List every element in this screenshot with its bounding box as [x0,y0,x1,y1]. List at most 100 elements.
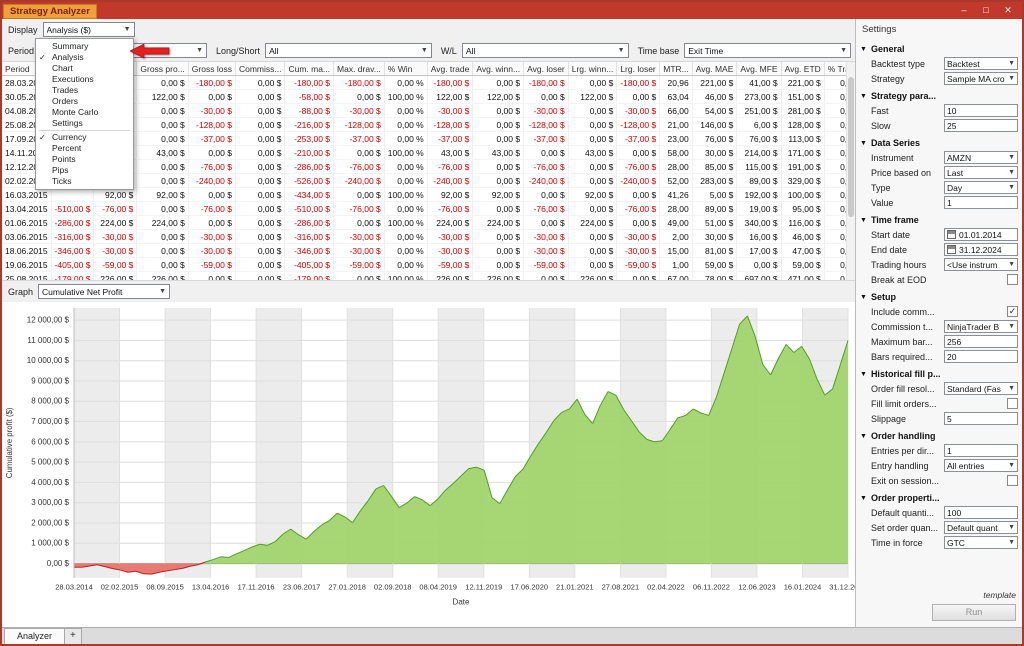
default-quanti-input[interactable]: 100 [944,506,1018,519]
maximize-button[interactable]: □ [980,3,992,18]
column-header[interactable]: Avg. trade [427,62,473,76]
w-l-select[interactable]: All ▼ [462,43,629,58]
bars-required-input[interactable]: 20 [944,350,1018,363]
value-input[interactable]: 1 [944,196,1018,209]
column-header[interactable]: Lrg. loser [617,62,660,76]
run-button[interactable]: Run [932,604,1016,621]
template-link[interactable]: template [983,590,1016,600]
column-header[interactable]: Max. drav... [334,62,385,76]
exit-on-session-checkbox[interactable] [1007,475,1018,486]
table-row[interactable]: 18.06.2015-346,00 $-30,00 $0,00 $-30,00 … [2,244,855,258]
column-header[interactable]: Avg. MFE [737,62,781,76]
svg-text:9 000,00 $: 9 000,00 $ [31,377,69,386]
time-in-force-select[interactable]: GTC▼ [944,536,1018,549]
slippage-input[interactable]: 5 [944,412,1018,425]
column-header[interactable]: MTR... [660,62,693,76]
section-header-strategy-para[interactable]: ▼ Strategy para... [860,89,1018,103]
column-header[interactable]: Avg. MAE [692,62,737,76]
menu-item-currency[interactable]: ✓Currency [36,132,133,143]
menu-item-orders[interactable]: Orders [36,96,133,107]
menu-item-executions[interactable]: Executions [36,74,133,85]
section-header-setup[interactable]: ▼ Setup [860,290,1018,304]
close-button[interactable]: ✕ [1002,3,1014,18]
long-short-label: Long/Short [216,46,260,56]
table-cell: -286,00 $ [51,216,94,230]
setting-label: Price based on [871,168,944,178]
chart-svg[interactable]: 0,00 $1 000,00 $2 000,00 $3 000,00 $4 00… [2,302,855,627]
collapse-icon: ▼ [860,93,867,100]
menu-item-settings[interactable]: Settings [36,118,133,129]
menu-item-pips[interactable]: Pips [36,165,133,176]
column-header[interactable]: Lrg. winn... [568,62,617,76]
slow-input[interactable]: 25 [944,119,1018,132]
section-header-data-series[interactable]: ▼ Data Series [860,136,1018,150]
period-label: Period [8,46,34,56]
menu-item-trades[interactable]: Trades [36,85,133,96]
time-base-select[interactable]: Exit Time ▼ [684,43,851,58]
table-row[interactable]: 01.06.2015-286,00 $224,00 $224,00 $0,00 … [2,216,855,230]
column-header[interactable]: % Win [384,62,427,76]
set-order-quan-select[interactable]: Default quant▼ [944,521,1018,534]
backtest-type-select[interactable]: Backtest▼ [944,57,1018,70]
menu-item-summary[interactable]: Summary [36,41,133,52]
menu-item-analysis[interactable]: ✓Analysis [36,52,133,63]
graph-select[interactable]: Cumulative Net Profit ▼ [38,284,170,299]
long-short-select[interactable]: All ▼ [265,43,432,58]
column-header[interactable]: Avg. ETD [781,62,824,76]
section-header-general[interactable]: ▼ General [860,42,1018,56]
price-based-on-select[interactable]: Last▼ [944,166,1018,179]
column-header[interactable]: Cum. ma... [285,62,334,76]
setting-label: Exit on session... [871,476,1007,486]
menu-item-percent[interactable]: Percent [36,143,133,154]
display-select[interactable]: Analysis ($) ▼ [43,22,135,37]
include-comm-checkbox[interactable]: ✓ [1007,306,1018,317]
table-row[interactable]: 19.06.2015-405,00 $-59,00 $0,00 $-59,00 … [2,258,855,272]
column-header[interactable]: Avg. loser [524,62,569,76]
table-scrollbar[interactable] [846,62,855,280]
section-header-order-properti[interactable]: ▼ Order properti... [860,491,1018,505]
section-header-order-handling[interactable]: ▼ Order handling [860,429,1018,443]
tab-analyzer[interactable]: Analyzer [4,628,65,644]
section-header-time-frame[interactable]: ▼ Time frame [860,213,1018,227]
table-row[interactable]: 03.06.2015-316,00 $-30,00 $0,00 $-30,00 … [2,230,855,244]
table-cell: 329,00 $ [781,174,824,188]
column-header[interactable]: Gross pro... [137,62,188,76]
menu-item-points[interactable]: Points [36,154,133,165]
minimize-button[interactable]: – [958,3,970,18]
entry-handling-select[interactable]: All entries▼ [944,459,1018,472]
order-fill-resol-select[interactable]: Standard (Fas▼ [944,382,1018,395]
strategy-select[interactable]: Sample MA cro▼ [944,72,1018,85]
table-cell: 89,00 $ [737,174,781,188]
svg-text:02.04.2022: 02.04.2022 [647,583,685,592]
section-header-historical-fill-p[interactable]: ▼ Historical fill p... [860,367,1018,381]
type-select[interactable]: Day▼ [944,181,1018,194]
table-row[interactable]: 13.04.2015-510,00 $-76,00 $0,00 $-76,00 … [2,202,855,216]
fill-limit-orders-checkbox[interactable] [1007,398,1018,409]
entries-per-dir-input[interactable]: 1 [944,444,1018,457]
cumulative-profit-chart[interactable]: 0,00 $1 000,00 $2 000,00 $3 000,00 $4 00… [2,302,855,627]
table-row[interactable]: 25.08.2015-179,00 $226,00 $226,00 $0,00 … [2,272,855,281]
instrument-select[interactable]: AMZN▼ [944,151,1018,164]
calendar-icon [947,245,956,254]
add-tab-button[interactable]: + [65,628,82,644]
menu-item-chart[interactable]: Chart [36,63,133,74]
scrollbar-thumb[interactable] [848,77,854,217]
titlebar: Strategy Analyzer – □ ✕ [2,2,1022,19]
svg-text:12.06.2023: 12.06.2023 [738,583,776,592]
column-header[interactable]: Avg. winn... [473,62,524,76]
column-header[interactable]: Gross loss [188,62,235,76]
column-header[interactable]: Commiss... [235,62,285,76]
menu-item-ticks[interactable]: Ticks [36,176,133,187]
start-date-input[interactable]: 01.01.2014 [944,228,1018,241]
maximum-bar-input[interactable]: 256 [944,335,1018,348]
menu-item-monte-carlo[interactable]: Monte Carlo [36,107,133,118]
trading-hours-select[interactable]: <Use instrum▼ [944,258,1018,271]
break-at-eod-checkbox[interactable] [1007,274,1018,285]
end-date-input[interactable]: 31.12.2024 [944,243,1018,256]
commission-t-select[interactable]: NinjaTrader B▼ [944,320,1018,333]
fast-input[interactable]: 10 [944,104,1018,117]
table-cell: 0,00 $ [137,118,188,132]
table-cell: -240,00 $ [188,174,235,188]
table-cell: -76,00 $ [334,202,385,216]
table-cell: 128,00 $ [781,118,824,132]
